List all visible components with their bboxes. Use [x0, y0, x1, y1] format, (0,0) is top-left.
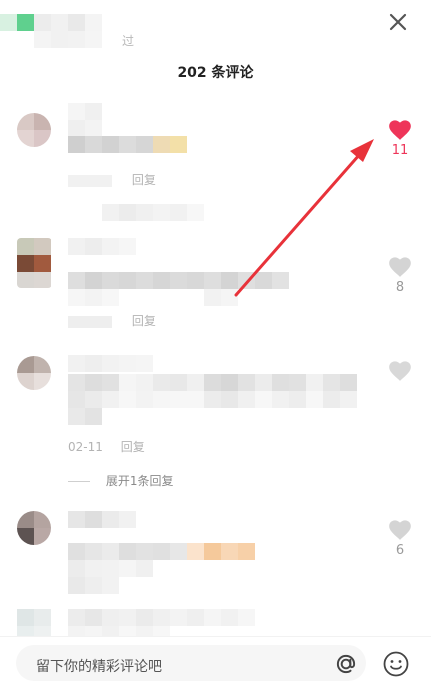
- reply-button[interactable]: 回复: [121, 440, 145, 454]
- emoji-icon[interactable]: [382, 650, 410, 678]
- like-count: 6: [395, 543, 405, 558]
- divider-line: [68, 481, 90, 482]
- like-count: 8: [395, 280, 405, 295]
- like-button[interactable]: 6: [385, 517, 415, 558]
- heart-icon: [389, 257, 411, 277]
- partial-label: 过: [122, 34, 135, 48]
- heart-icon: [389, 361, 411, 381]
- blurred-username: [68, 103, 119, 137]
- avatar[interactable]: [17, 238, 52, 288]
- blurred-username: [68, 511, 136, 528]
- blurred-comment-text: [68, 272, 289, 306]
- at-icon[interactable]: [333, 651, 359, 677]
- like-button[interactable]: 8: [385, 254, 415, 295]
- reply-button[interactable]: 回复: [132, 173, 156, 187]
- like-count: 11: [391, 143, 409, 158]
- blurred-comment-text: [68, 543, 272, 594]
- like-button[interactable]: [385, 358, 415, 384]
- avatar[interactable]: [17, 113, 51, 147]
- blurred-comment-text: [68, 374, 357, 425]
- heart-filled-icon: [389, 120, 411, 140]
- top-bar: 过: [0, 0, 431, 56]
- blurred-comment-text: [68, 136, 187, 153]
- blurred-username: [68, 238, 136, 255]
- like-button[interactable]: 11: [385, 117, 415, 158]
- avatar[interactable]: [17, 511, 51, 545]
- comment-count-title: 202 条评论: [177, 65, 254, 81]
- close-icon[interactable]: [386, 10, 410, 34]
- avatar[interactable]: [17, 356, 51, 390]
- blurred-sub-text: [102, 204, 204, 221]
- blurred-username: [0, 14, 136, 48]
- expand-replies-label: 展开1条回复: [105, 474, 174, 488]
- blurred-username: [68, 355, 153, 372]
- expand-replies[interactable]: 展开1条回复: [68, 472, 173, 489]
- comment-input-placeholder: 留下你的精彩评论吧: [36, 659, 162, 675]
- reply-button[interactable]: 回复: [132, 314, 156, 328]
- comment-meta: 02-11 回复: [68, 438, 145, 455]
- comment-time: 02-11: [68, 440, 103, 454]
- comment-meta: 回复: [68, 171, 156, 188]
- blurred-time: [68, 315, 112, 328]
- heart-icon: [389, 520, 411, 540]
- blurred-time: [68, 174, 112, 187]
- comment-meta: 回复: [68, 312, 156, 329]
